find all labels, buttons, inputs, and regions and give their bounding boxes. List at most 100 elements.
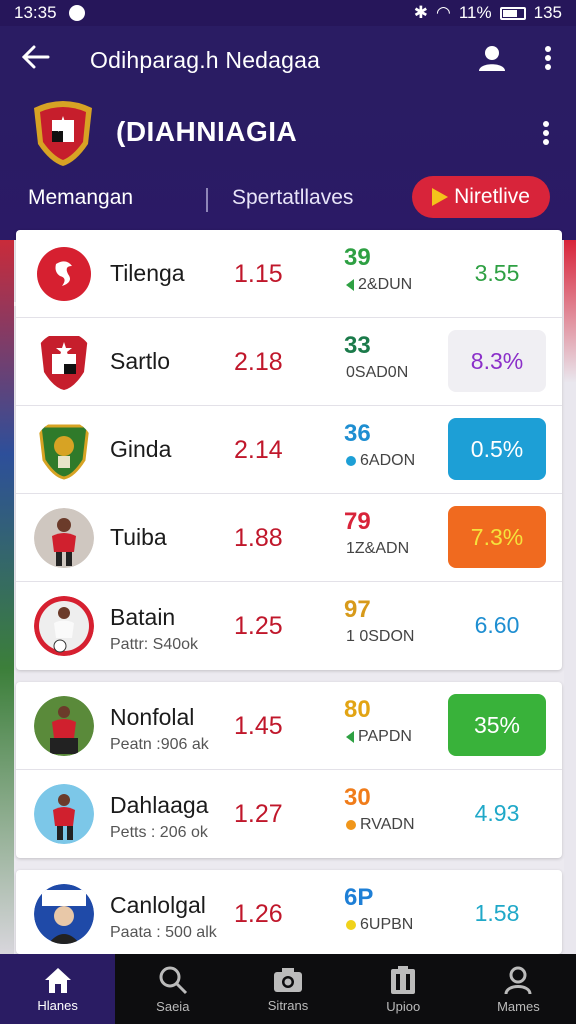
stat-sub-label: 6UPBN — [360, 916, 414, 933]
stat-sub: 6ADON — [346, 452, 415, 470]
battery-icon — [499, 6, 526, 20]
list-item[interactable]: Batain Pattr: S40ok 1.25 97 1 0SDON 6.60 — [16, 582, 562, 670]
clipboard-icon — [391, 965, 416, 994]
club-name: (DIAHNIAGIA — [116, 116, 298, 147]
app-title: Odihparag.h Nedagaa — [90, 46, 321, 73]
odds-value: 1.25 — [234, 612, 283, 640]
stat-value: 30 — [344, 784, 371, 811]
stat-sub-label: 6ADON — [360, 452, 416, 469]
nav-item-home[interactable]: Hlanes — [0, 954, 116, 1024]
stat-value: 97 — [344, 596, 371, 623]
stat-value: 79 — [344, 508, 371, 535]
odds-value: 1.26 — [234, 900, 283, 928]
nav-label-upload: Upioo — [386, 998, 421, 1014]
club-header: (DIAHNIAGIA Memangan Spertatllaves Niret… — [0, 94, 576, 306]
team-avatar — [34, 784, 94, 844]
club-more-icon[interactable] — [542, 120, 550, 151]
stat-sub: 1 0SDON — [346, 628, 414, 646]
stat-sub: 0SAD0N — [346, 364, 408, 382]
live-button-label: Niretlive — [454, 185, 530, 208]
stat-sub: PAPDN — [346, 728, 412, 746]
status-time: 13:35 — [14, 3, 57, 22]
stat-sub-label: RVADN — [360, 816, 415, 833]
background-edge-left — [0, 240, 14, 954]
stat-sub-label: 2&DUN — [358, 276, 413, 293]
odds-value: 1.27 — [234, 800, 283, 828]
team-name: Tilenga — [110, 260, 185, 286]
value-badge[interactable]: 35% — [448, 694, 546, 756]
value-badge[interactable]: 8.3% — [448, 330, 546, 392]
bluetooth-icon: ✱ — [413, 3, 429, 22]
value-badge: 6.60 — [474, 611, 520, 638]
nav-label-profile: Mames — [497, 998, 540, 1014]
team-name: Sartlo — [110, 348, 171, 374]
team-name: Dahlaaga — [110, 792, 209, 818]
live-button[interactable]: Niretlive — [412, 176, 550, 218]
status-bar: 13:35 ✱ ◠ 11% 135 — [0, 0, 576, 26]
list-item[interactable]: Ginda 2.14 36 6ADON 0.5% — [16, 406, 562, 494]
team-name: Ginda — [110, 436, 172, 462]
value-badge[interactable]: 7.3% — [448, 506, 546, 568]
value-badge: 4.93 — [474, 799, 520, 826]
home-icon — [44, 967, 71, 993]
stat-value: 33 — [344, 332, 371, 359]
search-icon — [159, 966, 187, 994]
team-avatar — [34, 244, 94, 304]
list-card: Nonfolal Peatn :906 ak 1.45 80 PAPDN 35% Dahla… — [16, 682, 562, 858]
value-badge: 3.55 — [474, 259, 520, 286]
nav-item-profile[interactable]: Mames — [461, 954, 576, 1024]
odds-value: 1.88 — [234, 524, 283, 552]
team-avatar — [34, 508, 94, 568]
value-badge[interactable]: 0.5% — [448, 418, 546, 480]
odds-value: 1.45 — [234, 712, 283, 740]
list-item[interactable]: Sartlo 2.18 33 0SAD0N 8.3% — [16, 318, 562, 406]
more-vert-icon[interactable] — [520, 45, 576, 76]
camera-icon — [274, 967, 302, 992]
stat-value: 39 — [344, 244, 371, 271]
list-item[interactable]: Dahlaaga Petts : 206 ok 1.27 30 RVADN 4.93 — [16, 770, 562, 858]
stat-sub-label: 1Z&ADN — [346, 540, 410, 557]
list-item[interactable]: Tuiba 1.88 79 1Z&ADN 7.3% — [16, 494, 562, 582]
team-name: Nonfolal — [110, 704, 195, 730]
team-sub: Pattr: S40ok — [110, 636, 199, 653]
profile-icon — [504, 966, 532, 994]
background-edge-right — [564, 240, 576, 954]
account-icon[interactable] — [464, 44, 520, 77]
app-bar: Odihparag.h Nedagaa — [0, 26, 576, 94]
team-avatar — [34, 420, 94, 480]
tab-memangan[interactable]: Memangan — [28, 186, 133, 210]
stat-sub-label: 1 0SDON — [346, 628, 415, 645]
bottom-nav: Hlanes Saeia Sitrans Upioo Mames — [0, 954, 576, 1024]
nav-item-camera[interactable]: Sitrans — [230, 954, 345, 1024]
team-avatar — [34, 596, 94, 656]
odds-value: 1.15 — [234, 260, 283, 288]
wifi-icon: ◠ — [436, 3, 451, 22]
tab-spertatllaves[interactable]: Spertatllaves — [232, 186, 353, 210]
team-avatar — [34, 884, 94, 944]
list-item[interactable]: Tilenga 1.15 39 2&DUN 3.55 — [16, 230, 562, 318]
nav-item-upload[interactable]: Upioo — [346, 954, 461, 1024]
tab-divider — [206, 188, 208, 212]
list-item[interactable]: Nonfolal Peatn :906 ak 1.45 80 PAPDN 35% — [16, 682, 562, 770]
play-icon — [432, 188, 449, 206]
team-avatar — [34, 332, 94, 392]
stat-value: 36 — [344, 420, 371, 447]
list-item[interactable]: Canlolgal Paata : 500 alk 1.26 6P 6UPBN 1.58 — [16, 870, 562, 954]
list-card: Canlolgal Paata : 500 alk 1.26 6P 6UPBN 1.58 — [16, 870, 562, 954]
team-name: Canlolgal — [110, 892, 206, 918]
status-right-time: 135 — [533, 3, 562, 22]
stat-sub-label: 0SAD0N — [346, 364, 409, 381]
team-name: Tuiba — [110, 524, 167, 550]
back-arrow-icon[interactable] — [0, 43, 72, 77]
team-sub: Peatn :906 ak — [110, 736, 209, 753]
trend-icon — [346, 279, 354, 291]
odds-value: 2.14 — [234, 436, 283, 464]
battery-percent: 11% — [458, 3, 492, 22]
nav-item-search[interactable]: Saeia — [115, 954, 230, 1024]
dot-icon — [346, 820, 356, 830]
stat-sub: RVADN — [346, 816, 415, 834]
dot-icon — [346, 920, 356, 930]
nav-label-camera: Sitrans — [267, 997, 309, 1013]
nav-label-home: Hlanes — [37, 997, 78, 1013]
stat-sub: 1Z&ADN — [346, 540, 409, 558]
